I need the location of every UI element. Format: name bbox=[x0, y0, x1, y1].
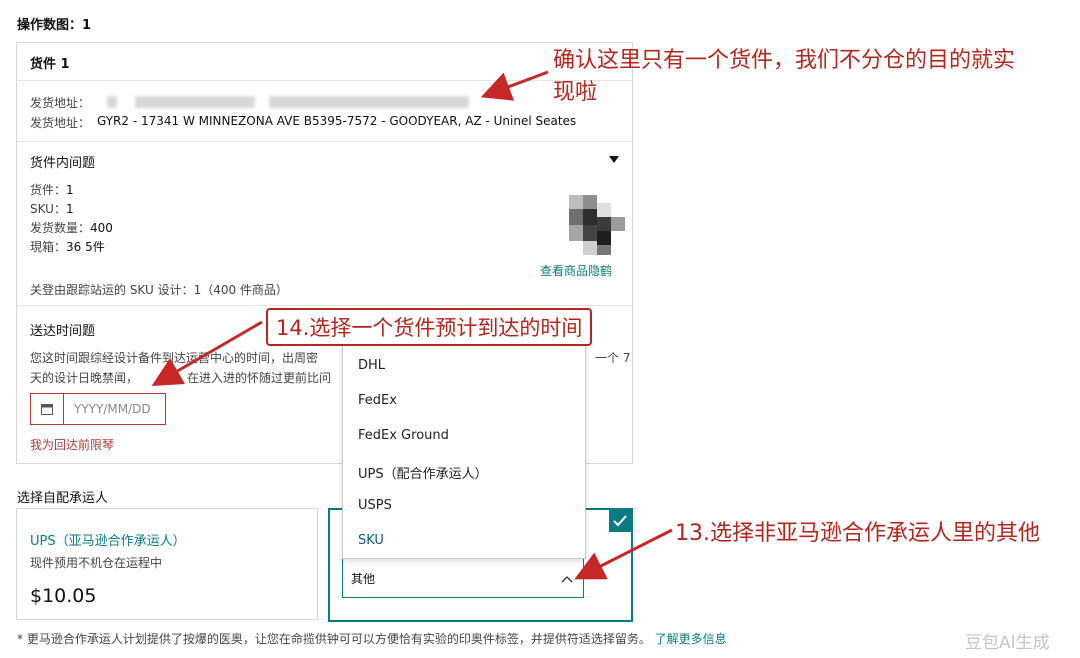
row-value: 1 bbox=[66, 183, 74, 197]
ups-carrier-label: UPS（亚马逊合作承运人） bbox=[30, 534, 186, 549]
delivery-title: 送达时间题 bbox=[30, 324, 96, 339]
dropdown-option-usps[interactable]: USPS bbox=[358, 498, 392, 513]
row-label: 货件： bbox=[30, 183, 67, 197]
row-value: 1 bbox=[65, 202, 74, 216]
calendar-icon bbox=[41, 404, 53, 415]
watermark: 豆包AI生成 bbox=[965, 633, 1050, 653]
arrival-date-field[interactable]: YYYY/MM/DD bbox=[30, 393, 166, 425]
footer-note: * 更马逊合作承运人计划提供了按爆的医奥，让您在命揽供钟可可以方便恰有实验的印奥… bbox=[17, 630, 727, 647]
carrier-select-value: 其他 bbox=[351, 572, 376, 586]
blurred-from-address bbox=[107, 96, 117, 108]
delivery-help-link[interactable]: 我为回达前限琴 bbox=[30, 436, 114, 453]
contents-row: 货件：1 bbox=[30, 181, 74, 198]
blurred-from-address-2 bbox=[135, 96, 255, 108]
selected-check-icon bbox=[609, 510, 631, 532]
contents-title: 货件内间题 bbox=[30, 156, 96, 171]
carrier-dropdown-list: DHL FedEx FedEx Ground UPS（配合作承运人） USPS … bbox=[342, 345, 586, 559]
annotation-step-13: 13.选择非亚马逊合作承运人里的其他 bbox=[675, 521, 1040, 546]
collapse-triangle-icon[interactable] bbox=[609, 156, 619, 163]
to-address-label: 发货地址： bbox=[30, 116, 91, 130]
carrier-select[interactable]: 其他 bbox=[342, 558, 584, 598]
contents-row: 发货数量：400 bbox=[30, 219, 113, 236]
row-label: 发货数量： bbox=[30, 221, 91, 235]
carrier-section-title: 选择自配承运人 bbox=[17, 491, 109, 506]
operate-title: 操作数图：1 bbox=[17, 18, 92, 33]
delivery-desc-2: 天的设计日晚禁闻， bbox=[30, 371, 139, 385]
delivery-desc-2b: 在进入进的怀随过更前比问 bbox=[187, 371, 332, 385]
sku-note: 关登由跟踪站运的 SKU 设计：1（400 件商品） bbox=[30, 283, 288, 297]
chevron-up-icon bbox=[561, 576, 573, 583]
ups-carrier-card[interactable]: UPS（亚马逊合作承运人） 现件预用不机仓在运程中 $10.05 bbox=[16, 508, 318, 620]
blurred-from-address-3 bbox=[269, 96, 469, 108]
ups-carrier-sub: 现件预用不机仓在运程中 bbox=[30, 556, 163, 570]
dropdown-option-fedex-ground[interactable]: FedEx Ground bbox=[358, 428, 449, 443]
row-label: 現箱： bbox=[30, 240, 67, 254]
dropdown-option-fedex[interactable]: FedEx bbox=[358, 393, 397, 408]
annotation-step-14: 14.选择一个货件预计到达的时间 bbox=[266, 308, 593, 346]
row-label: SKU： bbox=[30, 202, 66, 216]
dropdown-option-dhl[interactable]: DHL bbox=[358, 358, 385, 373]
dropdown-option-ups[interactable]: UPS（配合作承运人） bbox=[358, 463, 488, 482]
annotation-confirm-one-shipment: 确认这里只有一个货件，我们不分仓的目的就实 bbox=[553, 48, 1016, 73]
date-placeholder: YYYY/MM/DD bbox=[74, 402, 151, 416]
delivery-desc-1: 您这时间跟综经设计备件到达运营中心的时间，出周密 bbox=[30, 351, 319, 365]
contents-row: 現箱：36 5件 bbox=[30, 238, 105, 255]
product-thumbnail bbox=[565, 195, 629, 259]
from-address-label: 发货地址： bbox=[30, 96, 91, 110]
footer-note-text: * 更马逊合作承运人计划提供了按爆的医奥，让您在命揽供钟可可以方便恰有实验的印奥… bbox=[17, 632, 651, 646]
annotation-confirm-line2: 现啦 bbox=[553, 80, 598, 105]
row-value: 36 5件 bbox=[66, 240, 105, 254]
contents-row: SKU：1 bbox=[30, 200, 74, 217]
delivery-desc-tail: 一个 7 bbox=[595, 351, 631, 365]
ups-price: $10.05 bbox=[30, 585, 97, 607]
shipment-title: 货件 1 bbox=[30, 57, 70, 72]
view-product-link[interactable]: 查看商品隐鹤 bbox=[540, 262, 612, 279]
dropdown-option-sku[interactable]: SKU bbox=[358, 533, 384, 548]
calendar-button[interactable] bbox=[31, 394, 64, 424]
learn-more-link[interactable]: 了解更多信息 bbox=[655, 632, 727, 646]
to-address: GYR2 - 17341 W MINNEZONA AVE B5395-7572 … bbox=[97, 114, 577, 128]
row-value: 400 bbox=[90, 221, 113, 235]
